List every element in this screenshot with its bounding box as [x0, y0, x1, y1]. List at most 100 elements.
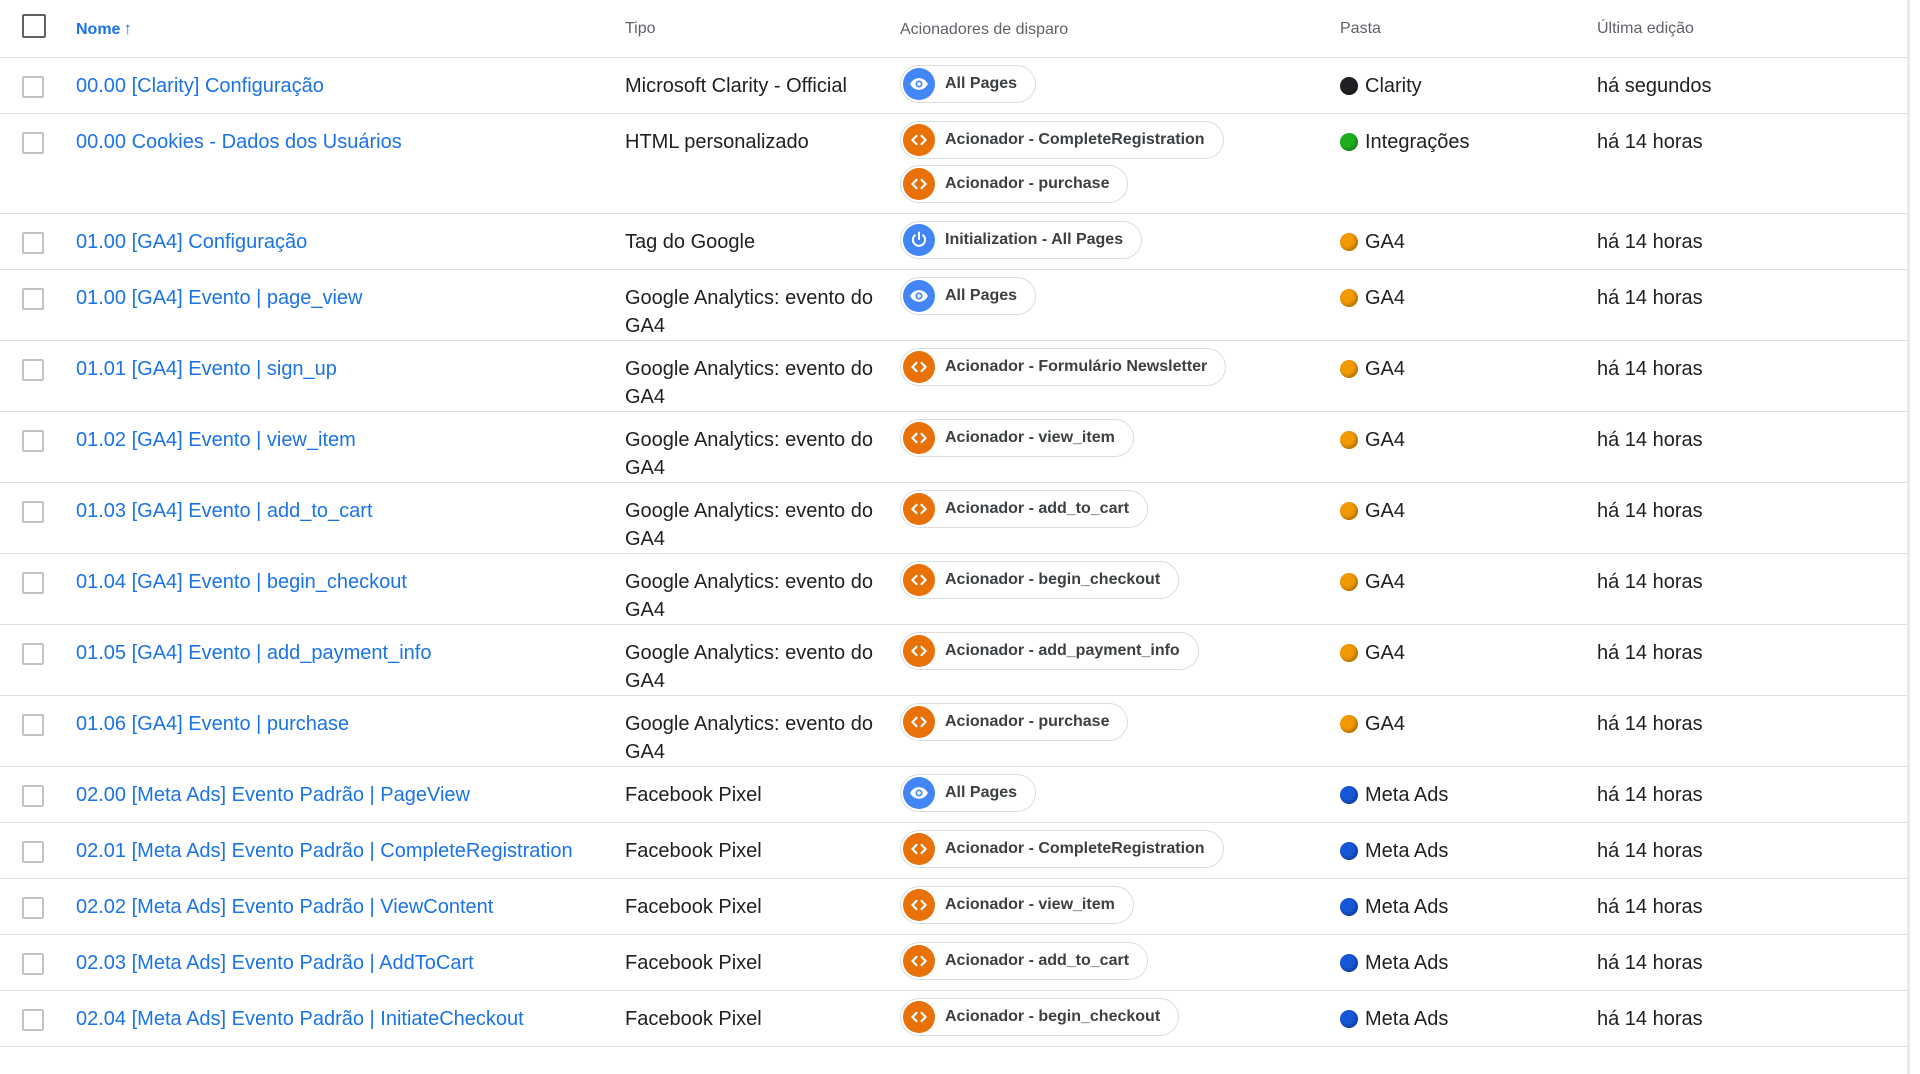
last-edited: há 14 horas — [1597, 784, 1703, 806]
trigger-chips: Acionador - add_to_cart — [900, 490, 1340, 534]
tag-name-link[interactable]: 01.00 [GA4] Evento | page_view — [76, 287, 363, 309]
trigger-chip-label: Acionador - view_item — [945, 429, 1115, 446]
tag-name-link[interactable]: 00.00 [Clarity] Configuração — [76, 75, 324, 97]
table-row[interactable]: 01.03 [GA4] Evento | add_to_cart Google A… — [0, 483, 1907, 554]
header-type[interactable]: Tipo — [625, 20, 900, 38]
tag-name-link[interactable]: 01.04 [GA4] Evento | begin_checkout — [76, 571, 407, 593]
trigger-chip[interactable]: All Pages — [900, 774, 1037, 812]
table-row[interactable]: 01.00 [GA4] Evento | page_view Google Ana… — [0, 270, 1907, 341]
folder-cell: Meta Ads — [1340, 767, 1597, 809]
triggers-cell: Acionador - view_item — [900, 879, 1340, 934]
tag-name-cell: 01.04 [GA4] Evento | begin_checkout — [76, 554, 625, 596]
header-name[interactable]: Nome ↑ — [76, 19, 625, 39]
tag-name-link[interactable]: 02.00 [Meta Ads] Evento Padrão | PageVie… — [76, 784, 470, 806]
row-checkbox[interactable] — [22, 643, 44, 665]
trigger-chip[interactable]: Acionador - CompleteRegistration — [900, 121, 1224, 159]
table-row[interactable]: 02.01 [Meta Ads] Evento Padrão | Complet… — [0, 823, 1907, 879]
tag-name-link[interactable]: 02.01 [Meta Ads] Evento Padrão | Complet… — [76, 840, 573, 862]
table-row[interactable]: 00.00 [Clarity] Configuração Microsoft Cl… — [0, 58, 1907, 114]
trigger-chip[interactable]: Acionador - begin_checkout — [900, 998, 1180, 1036]
table-row[interactable]: 01.04 [GA4] Evento | begin_checkout Googl… — [0, 554, 1907, 625]
table-row[interactable]: 00.00 Cookies - Dados dos Usuários HTML p… — [0, 114, 1907, 214]
trigger-chip[interactable]: Acionador - view_item — [900, 419, 1134, 457]
header-last-edited[interactable]: Última edição — [1597, 20, 1907, 38]
header-folder[interactable]: Pasta — [1340, 20, 1597, 38]
triggers-cell: Acionador - add_to_cart — [900, 483, 1340, 538]
row-checkbox[interactable] — [22, 76, 44, 98]
row-select-cell — [0, 767, 76, 812]
trigger-chips: Acionador - view_item — [900, 886, 1340, 930]
trigger-chips: All Pages — [900, 65, 1340, 109]
row-checkbox[interactable] — [22, 359, 44, 381]
table-row[interactable]: 02.02 [Meta Ads] Evento Padrão | ViewCon… — [0, 879, 1907, 935]
trigger-chip[interactable]: Initialization - All Pages — [900, 221, 1143, 259]
folder-color-dot — [1340, 842, 1358, 860]
tag-name-link[interactable]: 01.02 [GA4] Evento | view_item — [76, 429, 356, 451]
trigger-chip-label: Acionador - CompleteRegistration — [945, 131, 1205, 148]
trigger-chip[interactable]: All Pages — [900, 65, 1037, 103]
trigger-chip[interactable]: Acionador - CompleteRegistration — [900, 830, 1224, 868]
folder-color-dot — [1340, 644, 1358, 662]
folder-cell: Integrações — [1340, 114, 1597, 156]
tag-name-link[interactable]: 01.01 [GA4] Evento | sign_up — [76, 358, 337, 380]
last-edited: há 14 horas — [1597, 642, 1703, 664]
row-checkbox[interactable] — [22, 714, 44, 736]
tag-name-link[interactable]: 01.00 [GA4] Configuração — [76, 231, 307, 253]
trigger-chip[interactable]: Acionador - view_item — [900, 886, 1134, 924]
trigger-chip[interactable]: Acionador - Formulário Newsletter — [900, 348, 1227, 386]
sort-arrow-up-icon[interactable]: ↑ — [123, 19, 132, 39]
table-row[interactable]: 02.03 [Meta Ads] Evento Padrão | AddToCa… — [0, 935, 1907, 991]
row-checkbox[interactable] — [22, 430, 44, 452]
trigger-chip[interactable]: Acionador - begin_checkout — [900, 561, 1180, 599]
table-row[interactable]: 01.06 [GA4] Evento | purchase Google Anal… — [0, 696, 1907, 767]
row-checkbox[interactable] — [22, 1009, 44, 1031]
tag-name-link[interactable]: 02.02 [Meta Ads] Evento Padrão | ViewCon… — [76, 896, 493, 918]
table-row[interactable]: 01.00 [GA4] Configuração Tag do Google Ini… — [0, 214, 1907, 270]
row-select-cell — [0, 58, 76, 103]
trigger-chip[interactable]: Acionador - add_to_cart — [900, 942, 1149, 980]
row-select-cell — [0, 935, 76, 980]
header-triggers[interactable]: Acionadores de disparo — [900, 14, 1340, 43]
table-row[interactable]: 01.05 [GA4] Evento | add_payment_info Goo… — [0, 625, 1907, 696]
row-checkbox[interactable] — [22, 132, 44, 154]
tag-name-link[interactable]: 00.00 Cookies - Dados dos Usuários — [76, 131, 402, 153]
last-edited: há 14 horas — [1597, 896, 1703, 918]
folder-color-dot — [1340, 77, 1358, 95]
tag-name-link[interactable]: 01.03 [GA4] Evento | add_to_cart — [76, 500, 373, 522]
table-row[interactable]: 02.00 [Meta Ads] Evento Padrão | PageVie… — [0, 767, 1907, 823]
tag-name-link[interactable]: 02.03 [Meta Ads] Evento Padrão | AddToCa… — [76, 952, 474, 974]
tag-name-cell: 01.01 [GA4] Evento | sign_up — [76, 341, 625, 383]
tag-name-link[interactable]: 01.06 [GA4] Evento | purchase — [76, 713, 349, 735]
tag-name-link[interactable]: 01.05 [GA4] Evento | add_payment_info — [76, 642, 431, 664]
trigger-chip-label: Acionador - begin_checkout — [945, 571, 1161, 588]
trigger-chip[interactable]: Acionador - purchase — [900, 703, 1129, 741]
tag-name-link[interactable]: 02.04 [Meta Ads] Evento Padrão | Initiat… — [76, 1008, 524, 1030]
row-checkbox[interactable] — [22, 785, 44, 807]
code-icon — [903, 889, 935, 921]
row-checkbox[interactable] — [22, 953, 44, 975]
folder-name: Clarity — [1365, 75, 1422, 97]
row-checkbox[interactable] — [22, 288, 44, 310]
tag-type: Facebook Pixel — [625, 784, 762, 806]
row-checkbox[interactable] — [22, 897, 44, 919]
row-checkbox[interactable] — [22, 232, 44, 254]
trigger-chips: Acionador - add_payment_info — [900, 632, 1340, 676]
row-checkbox[interactable] — [22, 841, 44, 863]
trigger-chip[interactable]: All Pages — [900, 277, 1037, 315]
folder-name: GA4 — [1365, 500, 1406, 522]
trigger-chip[interactable]: Acionador - add_to_cart — [900, 490, 1149, 528]
table-row[interactable]: 01.02 [GA4] Evento | view_item Google Ana… — [0, 412, 1907, 483]
triggers-cell: Acionador - begin_checkout — [900, 554, 1340, 609]
row-checkbox[interactable] — [22, 572, 44, 594]
trigger-chip[interactable]: Acionador - add_payment_info — [900, 632, 1199, 670]
triggers-cell: All Pages — [900, 767, 1340, 822]
table-row[interactable]: 02.04 [Meta Ads] Evento Padrão | Initiat… — [0, 991, 1907, 1047]
select-all-checkbox[interactable] — [22, 14, 46, 38]
row-checkbox[interactable] — [22, 501, 44, 523]
trigger-chip[interactable]: Acionador - purchase — [900, 165, 1129, 203]
code-icon — [903, 564, 935, 596]
trigger-chip-label: Acionador - purchase — [945, 713, 1110, 730]
tag-name-cell: 00.00 Cookies - Dados dos Usuários — [76, 114, 625, 156]
table-row[interactable]: 01.01 [GA4] Evento | sign_up Google Analy… — [0, 341, 1907, 412]
triggers-cell: Acionador - view_item — [900, 412, 1340, 467]
